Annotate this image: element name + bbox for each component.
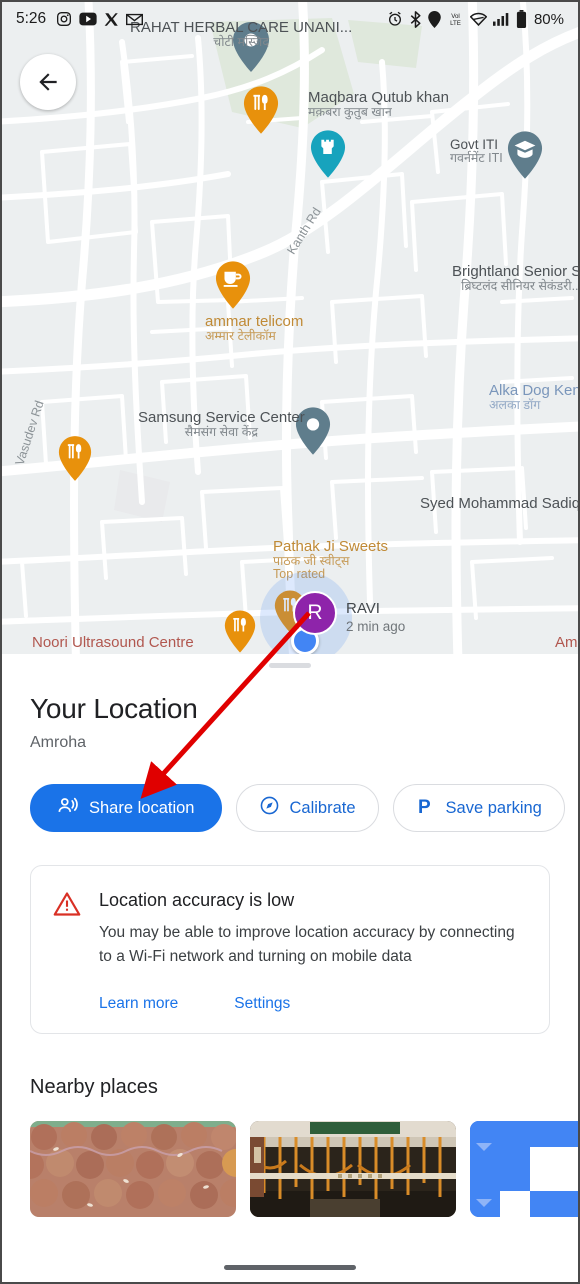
chip-label: Save parking: [445, 798, 542, 817]
shared-user-name: RAVI: [346, 600, 380, 617]
warning-triangle-icon: [53, 890, 81, 1013]
page-title: Your Location: [30, 693, 198, 724]
accuracy-links: Learn more Settings: [99, 995, 527, 1013]
settings-link[interactable]: Settings: [234, 995, 290, 1013]
status-clock: 5:26: [16, 10, 47, 27]
shared-user-timestamp: 2 min ago: [346, 618, 406, 634]
svg-text:LTE: LTE: [450, 20, 461, 27]
back-arrow-icon: [39, 73, 57, 91]
home-gesture-pill[interactable]: [224, 1265, 356, 1270]
location-accuracy-card: Location accuracy is low You may be able…: [30, 865, 550, 1035]
share-location-icon: [57, 795, 79, 822]
wifi-icon: [469, 12, 487, 26]
shared-user-info: RAVI 2 min ago: [346, 600, 405, 636]
map-pin-restaurant[interactable]: [243, 86, 279, 134]
avatar[interactable]: R: [293, 591, 337, 635]
accuracy-description: You may be able to improve location accu…: [99, 924, 515, 966]
location-subtitle: Amroha: [30, 734, 87, 751]
avatar-initial: R: [307, 601, 323, 624]
nearby-place-thumbnail[interactable]: [30, 1121, 236, 1218]
instagram-icon: [56, 11, 72, 27]
volte-icon: Vol LTE: [447, 11, 464, 27]
calibrate-button[interactable]: Calibrate: [235, 784, 379, 832]
signal-icon: [492, 12, 510, 26]
back-button[interactable]: [20, 54, 76, 110]
bottom-sheet: Your Location Amroha Share location Cali…: [2, 654, 578, 1282]
battery-icon: [516, 10, 527, 28]
chip-label: Calibrate: [289, 798, 356, 817]
accuracy-title: Location accuracy is low: [99, 890, 295, 910]
svg-text:Vol: Vol: [451, 13, 460, 20]
share-location-button[interactable]: Share location: [30, 784, 222, 832]
map-roads: [2, 2, 578, 654]
learn-more-link[interactable]: Learn more: [99, 995, 178, 1013]
map-pin-service[interactable]: [295, 407, 331, 455]
nearby-places-carousel[interactable]: [30, 1121, 578, 1218]
system-navigation-bar: [2, 1256, 578, 1282]
map-pin-restaurant-2[interactable]: [58, 436, 92, 481]
save-parking-button[interactable]: P Save parking: [392, 784, 565, 832]
chip-label: Share location: [89, 798, 195, 817]
map-pin-cafe[interactable]: [215, 261, 251, 309]
alarm-icon: [387, 11, 403, 27]
gmail-icon: [126, 13, 144, 26]
twitter-icon: [104, 12, 119, 27]
action-chip-row[interactable]: Share location Calibrate P Save parking: [30, 784, 578, 832]
map-canvas[interactable]: RAHAT HERBAL CARE UNANI... चोटी मस्जिद M…: [2, 2, 578, 654]
battery-percent: 80%: [533, 10, 564, 28]
nearby-place-thumbnail[interactable]: [250, 1121, 456, 1218]
location-icon: [428, 10, 441, 28]
map-pin-monument[interactable]: [310, 130, 346, 178]
status-bar: 5:26 Vol LTE 80%: [2, 2, 578, 36]
phone-screen: RAHAT HERBAL CARE UNANI... चोटी मस्जिद M…: [0, 0, 580, 1284]
sheet-drag-handle[interactable]: [269, 663, 311, 668]
parking-icon: P: [416, 795, 436, 822]
bluetooth-icon: [409, 10, 422, 28]
compass-icon: [259, 795, 280, 821]
nearby-place-thumbnail[interactable]: [470, 1121, 578, 1218]
youtube-icon: [79, 12, 97, 26]
nearby-places-title: Nearby places: [30, 1076, 158, 1099]
svg-text:P: P: [418, 797, 431, 817]
map-pin-restaurant-3[interactable]: [224, 610, 256, 653]
map-pin-school[interactable]: [507, 131, 543, 179]
